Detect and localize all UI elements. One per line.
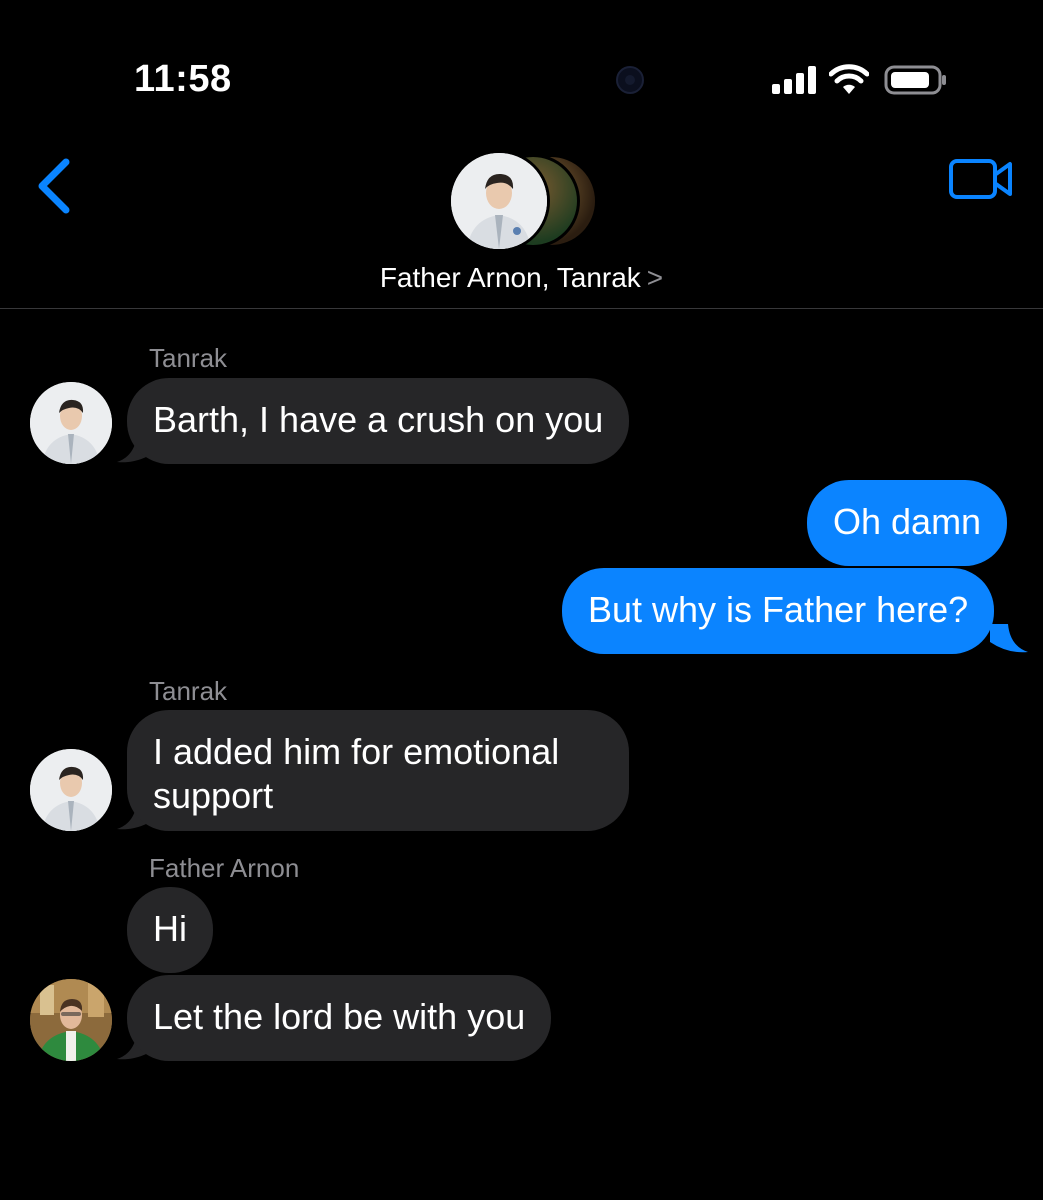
message-text-line: support [153,775,274,816]
sender-name: Tanrak [149,676,228,706]
message-text: Let the lord be with you [153,996,526,1037]
status-time: 11:58 [134,58,232,100]
video-camera-icon[interactable] [946,156,1016,202]
status-bar: 11:58 [0,0,1043,130]
bubble-tail [990,624,1028,653]
message-text-line: I added him for emotional [153,731,560,772]
conversation-header: Father Arnon, Tanrak > [0,130,1043,309]
message-bubble[interactable]: Hi [127,887,213,973]
sender-name: Tanrak [149,343,228,373]
participant-avatar-front [448,150,550,252]
avatar[interactable] [30,382,112,464]
group-title-text: Father Arnon, Tanrak [379,262,641,293]
battery-icon [884,65,946,95]
message-text: But why is Father here? [588,589,969,630]
message-text: Barth, I have a crush on you [153,399,604,440]
wifi-icon [829,64,869,94]
group-title-button[interactable]: Father Arnon, Tanrak > [0,262,1043,294]
sender-name: Father Arnon [149,853,300,883]
message-bubble[interactable]: Let the lord be with you [127,975,552,1061]
cellular-signal-icon [772,66,820,94]
back-chevron-icon[interactable] [30,156,80,216]
message-bubble[interactable]: But why is Father here? [562,568,995,654]
message-bubble[interactable]: I added him for emotional support [127,710,629,831]
avatar[interactable] [30,749,112,831]
chevron-right-icon: > [646,262,664,293]
message-bubble[interactable]: Barth, I have a crush on you [127,378,630,464]
message-bubble[interactable]: Oh damn [807,480,1008,566]
avatar[interactable] [30,979,112,1061]
message-text: Hi [153,908,187,949]
dynamic-island-indicator [616,66,644,94]
group-avatar-stack[interactable] [448,150,608,252]
message-text: Oh damn [833,501,982,542]
